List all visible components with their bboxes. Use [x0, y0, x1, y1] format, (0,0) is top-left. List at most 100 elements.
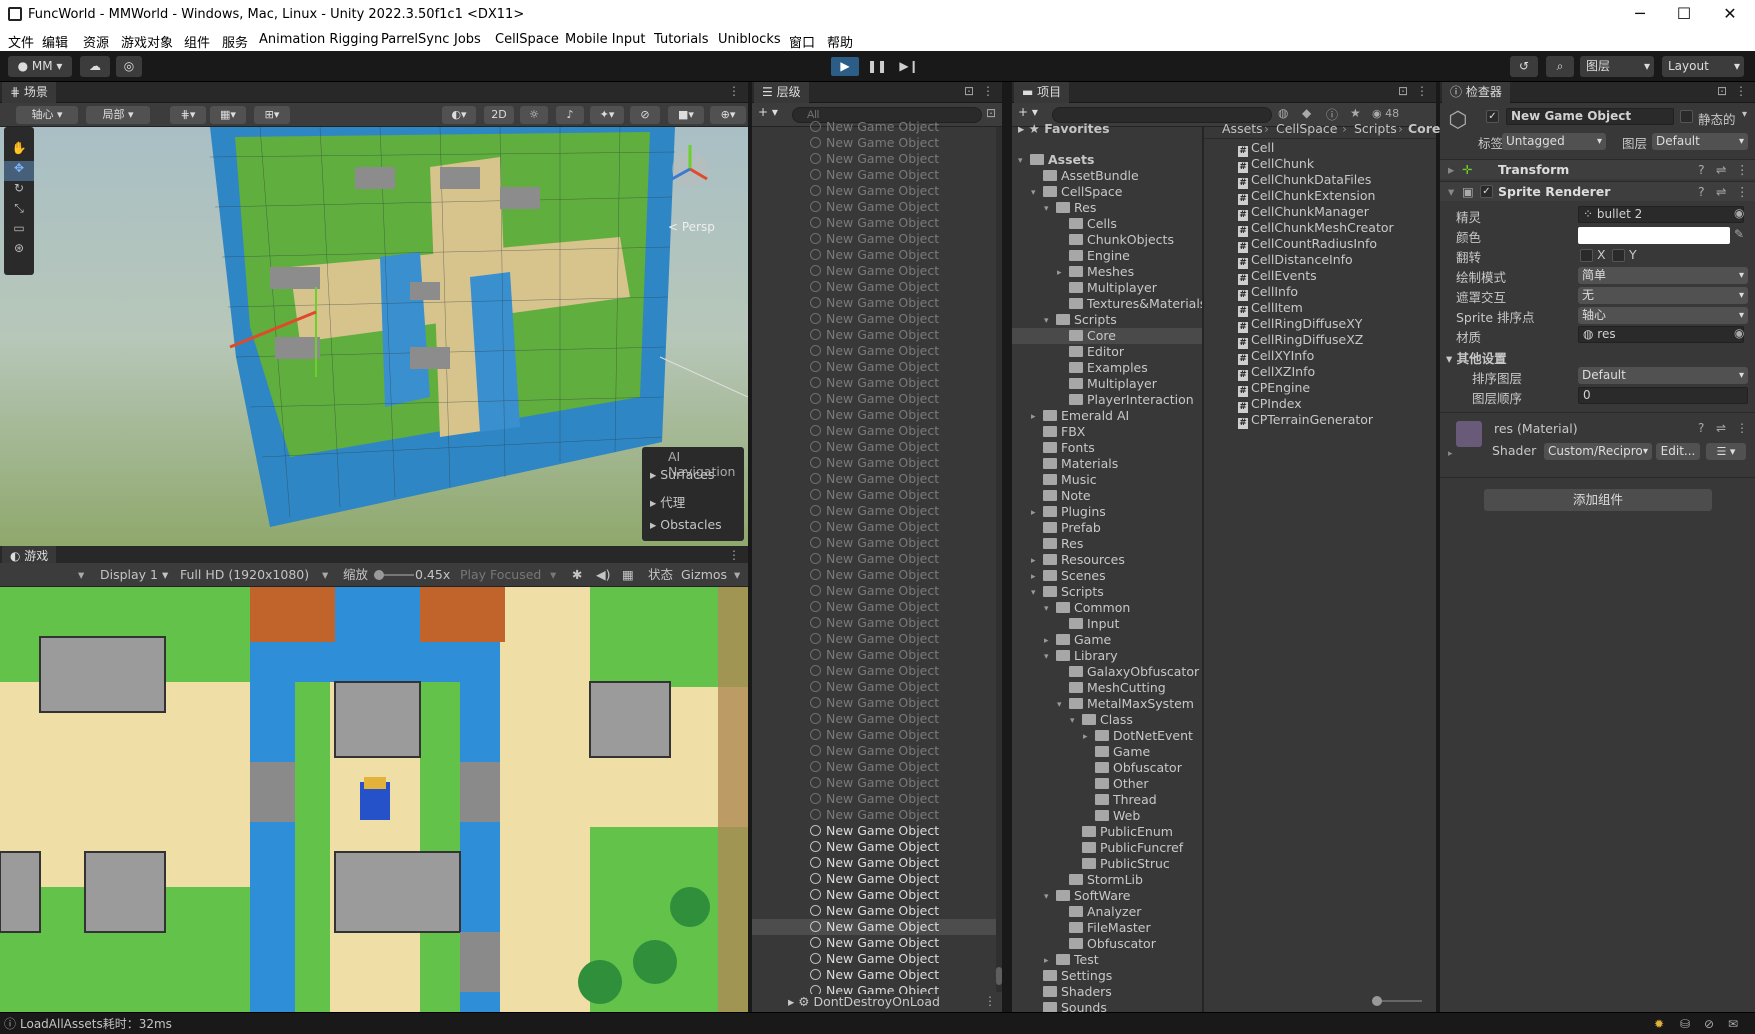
hierarchy-item[interactable]: New Game Object — [752, 711, 996, 727]
script-item[interactable]: # CellCountRadiusInfo — [1238, 236, 1377, 253]
layout-dropdown[interactable]: Layout ▾ — [1662, 56, 1744, 77]
mask-interaction-dropdown[interactable]: 无 — [1578, 287, 1748, 304]
flip-y-checkbox[interactable] — [1612, 249, 1625, 262]
foldout-icon[interactable]: ▾ — [1057, 697, 1062, 713]
panel-menu-icon[interactable]: ⋮ — [728, 548, 740, 562]
foldout-icon[interactable]: ▸ — [1031, 505, 1036, 521]
folder-item[interactable]: StormLib — [1012, 872, 1202, 888]
foldout-icon[interactable]: ▸ — [1031, 569, 1036, 585]
folder-item[interactable]: AssetBundle — [1012, 168, 1202, 184]
menu-cellspace[interactable]: CellSpace — [495, 32, 559, 47]
script-item[interactable]: # CellChunkManager — [1238, 204, 1369, 221]
mute-icon[interactable]: ◀) — [596, 563, 611, 587]
eyedropper-icon[interactable]: ✎ — [1734, 227, 1744, 241]
hierarchy-item[interactable]: New Game Object — [752, 727, 996, 743]
search-by-type-icon[interactable]: ◍ — [1278, 106, 1288, 120]
menu-jobs[interactable]: Jobs — [454, 32, 481, 47]
hierarchy-item[interactable]: New Game Object — [752, 903, 996, 919]
chevron-down-icon[interactable]: ▾ — [734, 563, 740, 587]
progress-icon[interactable]: ✹ — [1654, 1013, 1664, 1034]
help-icon[interactable]: ? — [1698, 421, 1704, 435]
resolution-chevron-icon[interactable]: ▾ — [322, 563, 328, 587]
component-menu-icon[interactable]: ⋮ — [1736, 160, 1749, 180]
hierarchy-item[interactable]: New Game Object — [752, 887, 996, 903]
folder-item[interactable]: Shaders — [1012, 984, 1202, 1000]
hierarchy-item[interactable]: New Game Object — [752, 647, 996, 663]
hierarchy-item[interactable]: New Game Object — [752, 599, 996, 615]
folder-item[interactable]: Multiplayer — [1012, 376, 1202, 392]
foldout-icon[interactable]: ▾ — [1044, 649, 1049, 665]
play-button[interactable]: ▶ — [831, 57, 859, 76]
cloud-icon[interactable]: ☁ — [80, 56, 110, 77]
panel-menu-icon[interactable]: ⋮ — [728, 84, 740, 98]
lock-icon[interactable]: ⊡ — [964, 84, 974, 98]
effects-icon[interactable]: ✦▾ — [590, 106, 624, 124]
help-icon[interactable]: ? — [1698, 182, 1705, 202]
menu-tutorials[interactable]: Tutorials — [654, 32, 709, 47]
menu-file[interactable]: 文件 — [8, 32, 34, 51]
hierarchy-item[interactable]: New Game Object — [752, 263, 996, 279]
hierarchy-item[interactable]: New Game Object — [752, 183, 996, 199]
foldout-icon[interactable]: ▸ — [1044, 633, 1049, 649]
sprite-field[interactable]: ⁘ bullet 2 — [1578, 206, 1744, 223]
other-settings-foldout[interactable]: ▾ 其他设置 — [1446, 348, 1507, 367]
hierarchy-item[interactable]: New Game Object — [752, 487, 996, 503]
script-item[interactable]: # CellInfo — [1238, 284, 1298, 301]
search-icon[interactable]: ⌕ — [1546, 56, 1574, 77]
hierarchy-item[interactable]: New Game Object — [752, 279, 996, 295]
persp-label[interactable]: < Persp — [668, 220, 715, 234]
hierarchy-item[interactable]: New Game Object — [752, 199, 996, 215]
game-view[interactable] — [0, 587, 748, 1012]
favorite-icon[interactable]: ★ — [1350, 106, 1361, 120]
hierarchy-item[interactable]: New Game Object — [752, 679, 996, 695]
sort-point-dropdown[interactable]: 轴心 — [1578, 307, 1748, 324]
preset-icon[interactable]: ⇌ — [1716, 160, 1726, 180]
hierarchy-item[interactable]: New Game Object — [752, 359, 996, 375]
grid-icon[interactable]: ▦▾ — [210, 106, 246, 124]
folder-item[interactable]: ▾ Class — [1012, 712, 1202, 728]
mode-2d-button[interactable]: 2D — [484, 106, 514, 124]
breadcrumb-assets[interactable]: Assets — [1222, 119, 1263, 139]
component-menu-icon[interactable]: ⋮ — [1736, 182, 1749, 202]
hierarchy-item[interactable]: New Game Object — [752, 759, 996, 775]
folder-item[interactable]: ▾ CellSpace — [1012, 184, 1202, 200]
foldout-icon[interactable]: ▾ — [1044, 889, 1049, 905]
draw-mode-dropdown[interactable]: 简单 — [1578, 267, 1748, 284]
material-field[interactable]: ◍ res — [1578, 326, 1744, 343]
ddol-menu-icon[interactable]: ⋮ — [984, 994, 996, 1008]
folder-item[interactable]: Obfuscator — [1012, 760, 1202, 776]
folder-item[interactable]: Music — [1012, 472, 1202, 488]
folder-item[interactable]: Fonts — [1012, 440, 1202, 456]
hierarchy-item[interactable]: New Game Object — [752, 503, 996, 519]
folder-item[interactable]: Web — [1012, 808, 1202, 824]
script-item[interactable]: # CellItem — [1238, 300, 1303, 317]
gizmos-button[interactable]: Gizmos — [681, 563, 727, 587]
hierarchy-item[interactable]: New Game Object — [752, 775, 996, 791]
stats-button[interactable]: 状态 — [648, 563, 673, 587]
hierarchy-item[interactable]: New Game Object — [752, 567, 996, 583]
menu-window[interactable]: 窗口 — [789, 32, 815, 51]
debug-icon[interactable]: ⊘ — [1704, 1013, 1714, 1034]
help-icon[interactable]: ? — [1698, 160, 1705, 180]
component-menu-icon[interactable]: ⋮ — [1736, 421, 1748, 435]
script-item[interactable]: # Cell — [1238, 140, 1274, 157]
script-item[interactable]: # CellEvents — [1238, 268, 1317, 285]
hierarchy-item[interactable]: New Game Object — [752, 439, 996, 455]
ai-nav-agents[interactable]: ▸ 代理 — [650, 492, 685, 511]
pause-button[interactable]: ❚❚ — [863, 57, 891, 76]
hierarchy-item[interactable]: New Game Object — [752, 871, 996, 887]
hierarchy-item[interactable]: New Game Object — [752, 807, 996, 823]
foldout-icon[interactable]: ▸ — [1031, 553, 1036, 569]
hierarchy-item[interactable]: New Game Object — [752, 455, 996, 471]
hierarchy-item[interactable]: New Game Object — [752, 295, 996, 311]
hierarchy-item[interactable]: New Game Object — [752, 743, 996, 759]
foldout-icon[interactable]: ▾ — [1044, 601, 1049, 617]
minimize-button[interactable]: ─ — [1620, 4, 1660, 26]
hierarchy-item[interactable]: New Game Object — [752, 855, 996, 871]
hierarchy-item[interactable]: New Game Object — [752, 695, 996, 711]
hierarchy-item[interactable]: New Game Object — [752, 247, 996, 263]
folder-item[interactable]: FBX — [1012, 424, 1202, 440]
increment-snap-icon[interactable]: ⊞▾ — [254, 106, 290, 124]
ai-nav-obstacles[interactable]: ▸ Obstacles — [650, 517, 722, 532]
draw-mode-icon[interactable]: ◐▾ — [442, 106, 476, 124]
